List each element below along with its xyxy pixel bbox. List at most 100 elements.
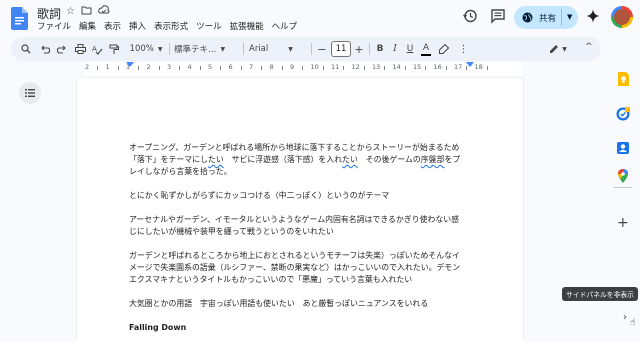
menu-tools[interactable]: ツール (196, 21, 222, 33)
toolbar-divider (369, 43, 370, 55)
edit-mode-icon[interactable]: ▼ (547, 37, 569, 61)
menu-extensions[interactable]: 拡張機能 (230, 21, 264, 33)
side-panel-divider (614, 187, 632, 188)
more-icon[interactable]: ⋮ (456, 37, 470, 61)
document-page[interactable]: オープニング、ガーデンと呼ばれる場所から地球に落下することからストーリーが始まる… (77, 78, 523, 341)
avatar[interactable] (611, 6, 633, 28)
ruler-number: 18 (474, 63, 483, 71)
paint-format-icon[interactable] (107, 37, 121, 61)
spelling-suggestion[interactable]: たい (342, 155, 358, 164)
spellcheck-icon[interactable]: A (90, 37, 104, 61)
decrease-font-size-button[interactable]: − (316, 37, 328, 61)
menu-edit[interactable]: 編集 (79, 21, 96, 33)
share-button[interactable]: 共有 ▼ (514, 6, 578, 29)
right-indent-marker[interactable] (466, 62, 474, 67)
underline-icon[interactable]: U (404, 37, 416, 61)
star-icon[interactable]: ☆ (66, 5, 75, 20)
paragraph-4: ガーデンと呼ばれるところから地上におとされるというモチーフは失楽）っぽいためそん… (129, 251, 461, 284)
keep-icon[interactable] (616, 72, 630, 86)
ruler-number: 1 (105, 63, 110, 71)
ruler-tick (158, 66, 160, 70)
paragraph-3: アーセナルやガーデン、イモータルというようなゲーム内固有名詞はできるかぎり使わな… (129, 215, 460, 236)
maps-icon[interactable] (616, 169, 630, 183)
increase-font-size-button[interactable]: + (353, 37, 365, 61)
ruler-number: 12 (351, 63, 360, 71)
share-dropdown-icon[interactable]: ▼ (567, 13, 572, 21)
menu-insert[interactable]: 挿入 (129, 21, 146, 33)
ruler-number: 14 (392, 63, 401, 71)
gemini-icon[interactable] (586, 9, 600, 23)
menu-view[interactable]: 表示 (104, 21, 121, 33)
ruler-tick (281, 66, 283, 70)
zoom-value: 100% (129, 44, 154, 54)
ruler-number: 15 (413, 63, 422, 71)
zoom-select[interactable]: 100% ▼ (125, 37, 167, 61)
globe-icon (522, 12, 533, 23)
spelling-suggestion[interactable]: たい (208, 155, 224, 164)
cloud-status-icon[interactable] (98, 5, 110, 20)
font-family-select[interactable]: Arial ▼ (249, 37, 309, 61)
ruler-tick (486, 66, 488, 70)
section-heading: Falling Down (129, 323, 187, 332)
bold-icon[interactable]: B (374, 37, 386, 61)
docs-app: 歌詞 ☆ ファイル 編集 表示 挿入 表示形式 ツール 拡張機能 ヘルプ 共有 … (0, 0, 640, 341)
paragraph-style-select[interactable]: 標準テキ… ▼ (174, 37, 240, 61)
ruler-tick (343, 66, 345, 70)
paragraph-1: オープニング、ガーデンと呼ばれる場所から地球に落下することからストーリーが始まる… (129, 142, 464, 178)
ruler-number: 11 (331, 63, 340, 71)
redo-icon[interactable] (55, 37, 69, 61)
cursor-icon: ☝ (630, 318, 636, 328)
menu-bar: ファイル 編集 表示 挿入 表示形式 ツール 拡張機能 ヘルプ (37, 21, 297, 33)
chevron-down-icon: ▼ (220, 45, 226, 53)
ruler-number: 10 (310, 63, 319, 71)
ruler-number: 7 (249, 63, 254, 71)
menu-help[interactable]: ヘルプ (272, 21, 298, 33)
highlight-icon[interactable] (437, 37, 451, 61)
toolbar-divider (311, 43, 312, 55)
top-bar: 歌詞 ☆ ファイル 編集 表示 挿入 表示形式 ツール 拡張機能 ヘルプ 共有 … (0, 0, 640, 37)
print-icon[interactable] (73, 37, 87, 61)
tasks-icon[interactable] (616, 107, 630, 121)
text-color-swatch (421, 54, 431, 56)
chevron-down-icon: ▼ (157, 45, 163, 53)
ruler-tick (240, 66, 242, 70)
comment-icon[interactable] (490, 8, 506, 24)
share-label: 共有 (539, 13, 557, 24)
text-run: サビに浮遊感（落下感）を入れ (223, 155, 343, 164)
ruler-number: 6 (228, 63, 233, 71)
docs-logo-icon[interactable] (11, 7, 28, 30)
ruler-number: 4 (187, 63, 192, 71)
chevron-down-icon: ▼ (562, 45, 567, 53)
document-outline-button[interactable] (19, 82, 41, 104)
text-color-icon[interactable]: A (420, 37, 432, 61)
side-panel-tooltip: サイドパネルを非表示 (562, 287, 638, 301)
collapse-icon[interactable]: ^ (585, 42, 593, 52)
ruler-number: 13 (372, 63, 381, 71)
ruler-number: 5 (208, 63, 213, 71)
ruler-tick (117, 66, 119, 70)
document-body[interactable]: オープニング、ガーデンと呼ばれる場所から地球に落下することからストーリーが始まる… (129, 142, 464, 334)
ruler-tick (425, 66, 427, 70)
paragraph-5: 大気圏とかの用語 宇宙っぽい用語も使いたい あと厳暫っぽいニュアンスをいれる (129, 299, 429, 308)
history-icon[interactable] (462, 8, 478, 24)
move-to-folder-icon[interactable] (81, 5, 92, 20)
ruler-number: 17 (454, 63, 463, 71)
italic-icon[interactable]: I (389, 37, 401, 61)
chevron-down-icon: ▼ (288, 45, 293, 53)
contacts-icon[interactable] (616, 141, 630, 155)
text-run: その後ゲームの (357, 155, 421, 164)
doc-title[interactable]: 歌詞 (37, 5, 61, 22)
outline-icon (25, 89, 35, 97)
ruler-tick (220, 66, 222, 70)
ruler-tick (138, 66, 140, 70)
menu-format[interactable]: 表示形式 (154, 21, 188, 33)
menu-file[interactable]: ファイル (37, 21, 71, 33)
add-icon[interactable]: + (617, 216, 629, 230)
font-family-value: Arial (249, 44, 269, 54)
spelling-suggestion[interactable]: 序盤部 (421, 155, 445, 164)
undo-icon[interactable] (38, 37, 52, 61)
font-size-input[interactable]: 11 (331, 41, 351, 57)
ruler-tick (445, 66, 447, 70)
search-icon[interactable] (19, 37, 33, 61)
left-indent-marker[interactable] (126, 62, 134, 67)
